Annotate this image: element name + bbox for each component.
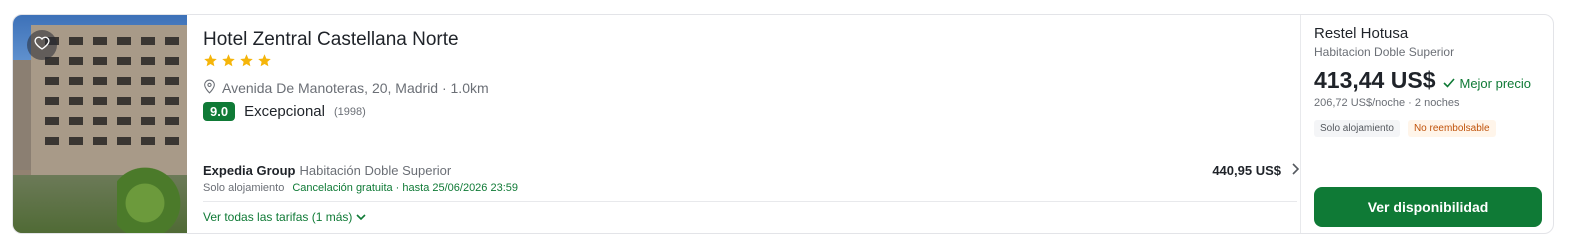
price-per-night: 206,72 US$/noche · 2 noches bbox=[1314, 97, 1460, 109]
best-price-label: Mejor precio bbox=[1459, 76, 1532, 91]
hotel-name[interactable]: Hotel Zentral Castellana Norte bbox=[203, 29, 459, 51]
star-icon bbox=[257, 53, 272, 73]
best-offer-room-type: Habitacion Doble Superior bbox=[1314, 45, 1455, 59]
offer-price-link[interactable]: 440,95 US$ bbox=[1212, 163, 1300, 178]
best-price-badge: Mejor precio bbox=[1443, 76, 1531, 91]
hotel-address: Avenida De Manoteras, 20, Madrid · 1.0km bbox=[203, 79, 489, 97]
divider bbox=[203, 201, 1297, 202]
hotel-photo[interactable] bbox=[13, 15, 187, 233]
star-icon bbox=[203, 53, 218, 73]
favorite-button[interactable] bbox=[27, 30, 57, 60]
best-offer-provider: Restel Hotusa bbox=[1314, 25, 1409, 42]
guest-rating: 9.0 Excepcional (1998) bbox=[203, 102, 366, 121]
hotel-info: Hotel Zentral Castellana Norte Avenida D… bbox=[203, 15, 1300, 233]
view-availability-button[interactable]: Ver disponibilidad bbox=[1314, 187, 1542, 227]
offer-tags: Solo alojamiento No reembolsable bbox=[1314, 120, 1496, 137]
map-pin-icon bbox=[203, 79, 216, 97]
best-offer-price-row: 413,44 US$ Mejor precio bbox=[1314, 67, 1531, 94]
heart-icon bbox=[34, 35, 50, 56]
chevron-down-icon bbox=[356, 210, 366, 224]
check-icon bbox=[1443, 76, 1456, 91]
non-refundable-tag: No reembolsable bbox=[1407, 120, 1496, 137]
offer-provider: Expedia Group Habitación Doble Superior bbox=[203, 163, 451, 178]
hotel-card: Hotel Zentral Castellana Norte Avenida D… bbox=[12, 14, 1554, 234]
photo-trees bbox=[117, 155, 187, 233]
view-all-rates-label: Ver todas las tarifas (1 más) bbox=[203, 210, 353, 224]
rating-score-badge: 9.0 bbox=[203, 102, 236, 121]
address-text: Avenida De Manoteras, 20, Madrid · 1.0km bbox=[222, 80, 489, 96]
offer-board: Solo alojamiento bbox=[203, 182, 285, 194]
best-offer-price: 413,44 US$ bbox=[1314, 67, 1436, 93]
view-all-rates-link[interactable]: Ver todas las tarifas (1 más) bbox=[203, 210, 366, 224]
rating-label: Excepcional bbox=[244, 103, 325, 120]
star-icon bbox=[239, 53, 254, 73]
offer-cancellation: Cancelación gratuita · hasta 25/06/2026 … bbox=[292, 182, 519, 194]
offer-conditions: Solo alojamiento Cancelación gratuita · h… bbox=[203, 182, 518, 194]
board-tag: Solo alojamiento bbox=[1314, 120, 1400, 137]
chevron-right-icon bbox=[1291, 163, 1300, 178]
offer-room-type: Habitación Doble Superior bbox=[299, 163, 452, 178]
offer-provider-name: Expedia Group bbox=[203, 163, 296, 178]
review-count: (1998) bbox=[333, 105, 366, 118]
offer-price: 440,95 US$ bbox=[1212, 163, 1281, 178]
best-offer-panel: Restel Hotusa Habitacion Doble Superior … bbox=[1300, 15, 1553, 233]
alternative-offer-row[interactable]: Expedia Group Habitación Doble Superior S… bbox=[203, 161, 1300, 197]
star-rating bbox=[203, 53, 272, 73]
star-icon bbox=[221, 53, 236, 73]
